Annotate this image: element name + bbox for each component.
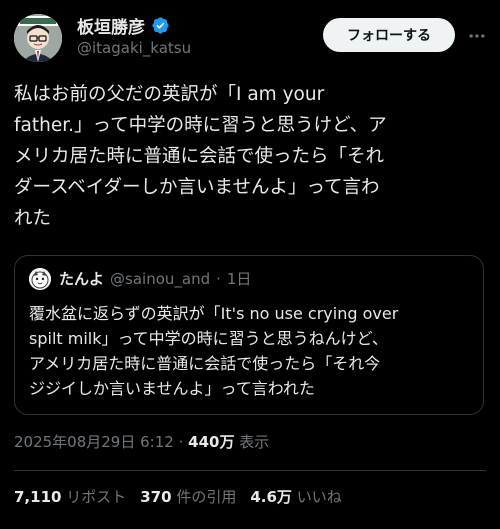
- quoted-age[interactable]: 1日: [227, 268, 252, 289]
- tweet-text: 私はお前の父だの英訳が「I am your father.」って中学の時に習うと…: [14, 79, 484, 234]
- quotes-count: 370: [140, 488, 172, 506]
- quoted-text-line: アメリカ居た時に普通に会話で使ったら「それ今: [29, 354, 381, 373]
- quotes-label: 件の引用: [176, 488, 237, 506]
- tweet-text-line: れた: [14, 208, 52, 229]
- quoted-separator: ·: [216, 269, 221, 288]
- meta-dot: ·: [178, 433, 184, 451]
- likes-stat[interactable]: 4.6万 いいね: [250, 486, 341, 507]
- likes-label: いいね: [296, 488, 342, 506]
- quoted-tweet-card[interactable]: たんよ @sainou_and · 1日 覆水盆に返らずの英訳が「It's no…: [14, 255, 484, 415]
- reposts-label: リポスト: [66, 488, 127, 506]
- quoted-text-line: ジジイしか言いませんよ」って言われた: [29, 379, 315, 398]
- quoted-display-name[interactable]: たんよ: [59, 268, 104, 289]
- quoted-author-row[interactable]: たんよ @sainou_and · 1日: [59, 268, 251, 289]
- author-handle[interactable]: @itagaki_katsu: [77, 39, 191, 57]
- reposts-stat[interactable]: 7,110 リポスト: [14, 486, 126, 507]
- tweet-text-line: 私はお前の父だの英訳が「I am your: [14, 84, 325, 105]
- quoted-text-line: 覆水盆に返らずの英訳が「It's no use crying over: [29, 304, 399, 323]
- views-count: 440万: [188, 433, 235, 451]
- likes-count: 4.6万: [250, 488, 292, 506]
- divider: [14, 470, 486, 471]
- quoted-text-line: spilt milk」って中学の時に習うと思うねんけど、: [29, 329, 388, 348]
- verified-badge-icon: [152, 17, 169, 34]
- more-options-icon[interactable]: [465, 24, 489, 48]
- author-name-row[interactable]: 板垣勝彦: [77, 13, 170, 38]
- quoted-tweet-text: 覆水盆に返らずの英訳が「It's no use crying over spil…: [29, 301, 474, 401]
- reposts-count: 7,110: [14, 488, 62, 506]
- tweet-text-line: ダースベイダーしか言いませんよ」って言わ: [14, 177, 380, 198]
- quoted-author-avatar[interactable]: [29, 268, 51, 290]
- quoted-handle[interactable]: @sainou_and: [110, 270, 210, 288]
- follow-button[interactable]: フォローする: [323, 18, 455, 52]
- timestamp[interactable]: 2025年08月29日 6:12: [14, 433, 174, 451]
- quotes-stat[interactable]: 370 件の引用: [140, 486, 236, 507]
- views-label: 表示: [239, 433, 270, 451]
- author-avatar[interactable]: [14, 14, 62, 62]
- tweet-text-line: father.」って中学の時に習うと思うけど、ア: [14, 115, 387, 136]
- author-display-name[interactable]: 板垣勝彦: [77, 13, 145, 38]
- timestamp-row: 2025年08月29日 6:12 · 440万 表示: [14, 431, 269, 452]
- engagement-stats: 7,110 リポスト 370 件の引用 4.6万 いいね: [14, 486, 342, 507]
- tweet-text-line: メリカ居た時に普通に会話で使ったら「それ: [14, 146, 385, 167]
